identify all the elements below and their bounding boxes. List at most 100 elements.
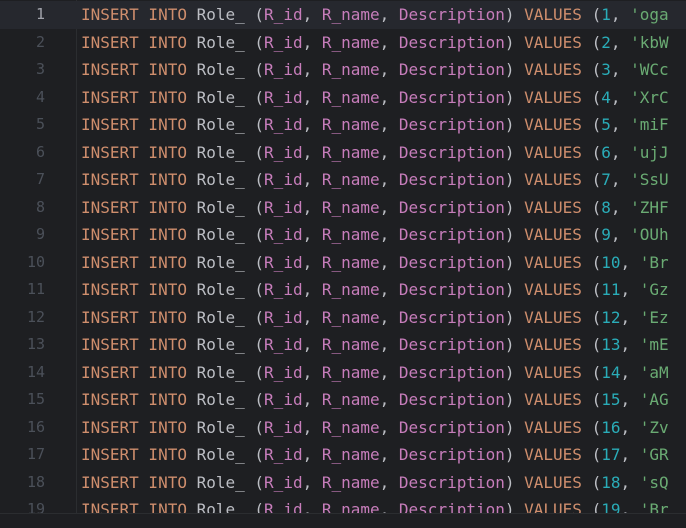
- punctuation: [187, 170, 197, 189]
- punctuation: ,: [620, 335, 640, 354]
- column-name: R_id: [264, 335, 303, 354]
- punctuation: (: [581, 445, 602, 464]
- code-line[interactable]: 6 INSERT INTO Role_ (R_id, R_name, Descri…: [0, 139, 686, 167]
- column-name: R_id: [264, 472, 303, 492]
- string-literal: 'XrC: [630, 87, 669, 107]
- string-literal: 'SsU: [630, 170, 669, 189]
- sql-keyword: INSERT INTO: [81, 362, 187, 382]
- punctuation: ): [504, 445, 525, 464]
- punctuation: [187, 280, 197, 299]
- sql-keyword: INSERT INTO: [81, 252, 187, 272]
- numeric-literal: 5: [601, 115, 611, 134]
- column-name: Description: [398, 307, 505, 327]
- string-literal: 'Gz: [639, 280, 669, 299]
- code-text: INSERT INTO Role_ (R_id, R_name, Descrip…: [81, 194, 669, 222]
- table-name: Role_: [196, 252, 245, 272]
- punctuation: (: [244, 445, 265, 464]
- punctuation: (: [581, 87, 602, 107]
- code-line[interactable]: 1 INSERT INTO Role_ (R_id, R_name, Descri…: [0, 1, 686, 29]
- sql-keyword: VALUES: [524, 472, 582, 492]
- punctuation: ,: [610, 142, 631, 162]
- code-line[interactable]: 4 INSERT INTO Role_ (R_id, R_name, Descri…: [0, 84, 686, 112]
- punctuation: (: [581, 197, 602, 217]
- code-line[interactable]: 15 INSERT INTO Role_ (R_id, R_name, Descr…: [0, 386, 686, 414]
- punctuation: ,: [379, 115, 399, 134]
- code-line[interactable]: 18 INSERT INTO Role_ (R_id, R_name, Descr…: [0, 469, 686, 497]
- punctuation: ,: [610, 5, 631, 24]
- code-editor[interactable]: 1 INSERT INTO Role_ (R_id, R_name, Descri…: [0, 0, 686, 528]
- sql-keyword: INSERT INTO: [81, 225, 187, 244]
- sql-keyword: INSERT INTO: [81, 445, 187, 464]
- string-literal: 'sQ: [639, 472, 669, 492]
- code-line[interactable]: 8 INSERT INTO Role_ (R_id, R_name, Descri…: [0, 194, 686, 222]
- code-line[interactable]: 3 INSERT INTO Role_ (R_id, R_name, Descri…: [0, 56, 686, 84]
- column-name: Description: [398, 335, 505, 354]
- numeric-literal: 7: [601, 170, 611, 189]
- code-line[interactable]: 10 INSERT INTO Role_ (R_id, R_name, Descr…: [0, 249, 686, 277]
- punctuation: ,: [379, 307, 399, 327]
- sql-keyword: INSERT INTO: [81, 280, 187, 299]
- code-text: INSERT INTO Role_ (R_id, R_name, Descrip…: [81, 84, 669, 112]
- numeric-literal: 13: [601, 335, 621, 354]
- line-number: 6: [35, 142, 45, 161]
- sql-keyword: INSERT INTO: [81, 197, 187, 217]
- table-name: Role_: [196, 225, 245, 244]
- punctuation: (: [244, 5, 265, 24]
- code-line[interactable]: 11 INSERT INTO Role_ (R_id, R_name, Descr…: [0, 276, 686, 304]
- column-name: R_name: [321, 115, 380, 134]
- numeric-literal: 4: [601, 87, 611, 107]
- sql-keyword: VALUES: [524, 5, 582, 24]
- column-name: R_name: [321, 32, 380, 52]
- punctuation: [187, 473, 197, 492]
- column-name: R_id: [264, 390, 303, 409]
- code-line[interactable]: 13 INSERT INTO Role_ (R_id, R_name, Descr…: [0, 331, 686, 359]
- column-name: R_id: [264, 60, 303, 79]
- punctuation: ): [504, 362, 525, 382]
- punctuation: [187, 88, 197, 107]
- sql-keyword: VALUES: [524, 197, 582, 217]
- column-name: Description: [398, 280, 505, 299]
- string-literal: 'oga: [630, 5, 669, 24]
- column-name: R_name: [321, 280, 380, 299]
- punctuation: ,: [620, 417, 640, 437]
- code-line[interactable]: 17 INSERT INTO Role_ (R_id, R_name, Descr…: [0, 441, 686, 469]
- punctuation: ,: [302, 87, 322, 107]
- punctuation: ,: [302, 390, 322, 409]
- column-name: R_id: [264, 115, 303, 134]
- column-name: R_name: [321, 225, 380, 244]
- table-name: Role_: [196, 335, 245, 354]
- string-literal: 'Br: [639, 252, 669, 272]
- code-line[interactable]: 12 INSERT INTO Role_ (R_id, R_name, Descr…: [0, 304, 686, 332]
- punctuation: ,: [379, 252, 399, 272]
- horizontal-scrollbar[interactable]: [0, 513, 686, 528]
- line-number: 3: [35, 60, 45, 78]
- column-name: R_name: [321, 5, 380, 24]
- punctuation: (: [244, 390, 265, 409]
- code-line[interactable]: 14 INSERT INTO Role_ (R_id, R_name, Descr…: [0, 359, 686, 387]
- column-name: Description: [398, 87, 505, 107]
- code-line[interactable]: 7 INSERT INTO Role_ (R_id, R_name, Descri…: [0, 166, 686, 194]
- sql-keyword: VALUES: [524, 142, 582, 162]
- code-line[interactable]: 9 INSERT INTO Role_ (R_id, R_name, Descri…: [0, 221, 686, 249]
- column-name: R_name: [321, 362, 380, 382]
- code-line[interactable]: 2 INSERT INTO Role_ (R_id, R_name, Descri…: [0, 29, 686, 57]
- sql-keyword: VALUES: [524, 170, 582, 189]
- punctuation: (: [244, 87, 265, 107]
- string-literal: 'mE: [639, 335, 669, 354]
- code-line[interactable]: 5 INSERT INTO Role_ (R_id, R_name, Descri…: [0, 111, 686, 139]
- code-line[interactable]: 16 INSERT INTO Role_ (R_id, R_name, Descr…: [0, 414, 686, 442]
- string-literal: 'AG: [639, 390, 669, 409]
- code-text: INSERT INTO Role_ (R_id, R_name, Descrip…: [81, 56, 669, 84]
- punctuation: ): [504, 87, 525, 107]
- column-name: Description: [398, 225, 505, 244]
- column-name: Description: [398, 197, 505, 217]
- punctuation: ,: [302, 252, 322, 272]
- code-text: INSERT INTO Role_ (R_id, R_name, Descrip…: [81, 276, 669, 304]
- punctuation: ,: [610, 225, 631, 244]
- code-text: INSERT INTO Role_ (R_id, R_name, Descrip…: [81, 304, 669, 332]
- punctuation: (: [581, 142, 602, 162]
- punctuation: (: [244, 307, 265, 327]
- line-number: 12: [26, 307, 45, 326]
- punctuation: (: [244, 280, 265, 299]
- numeric-literal: 3: [601, 60, 611, 79]
